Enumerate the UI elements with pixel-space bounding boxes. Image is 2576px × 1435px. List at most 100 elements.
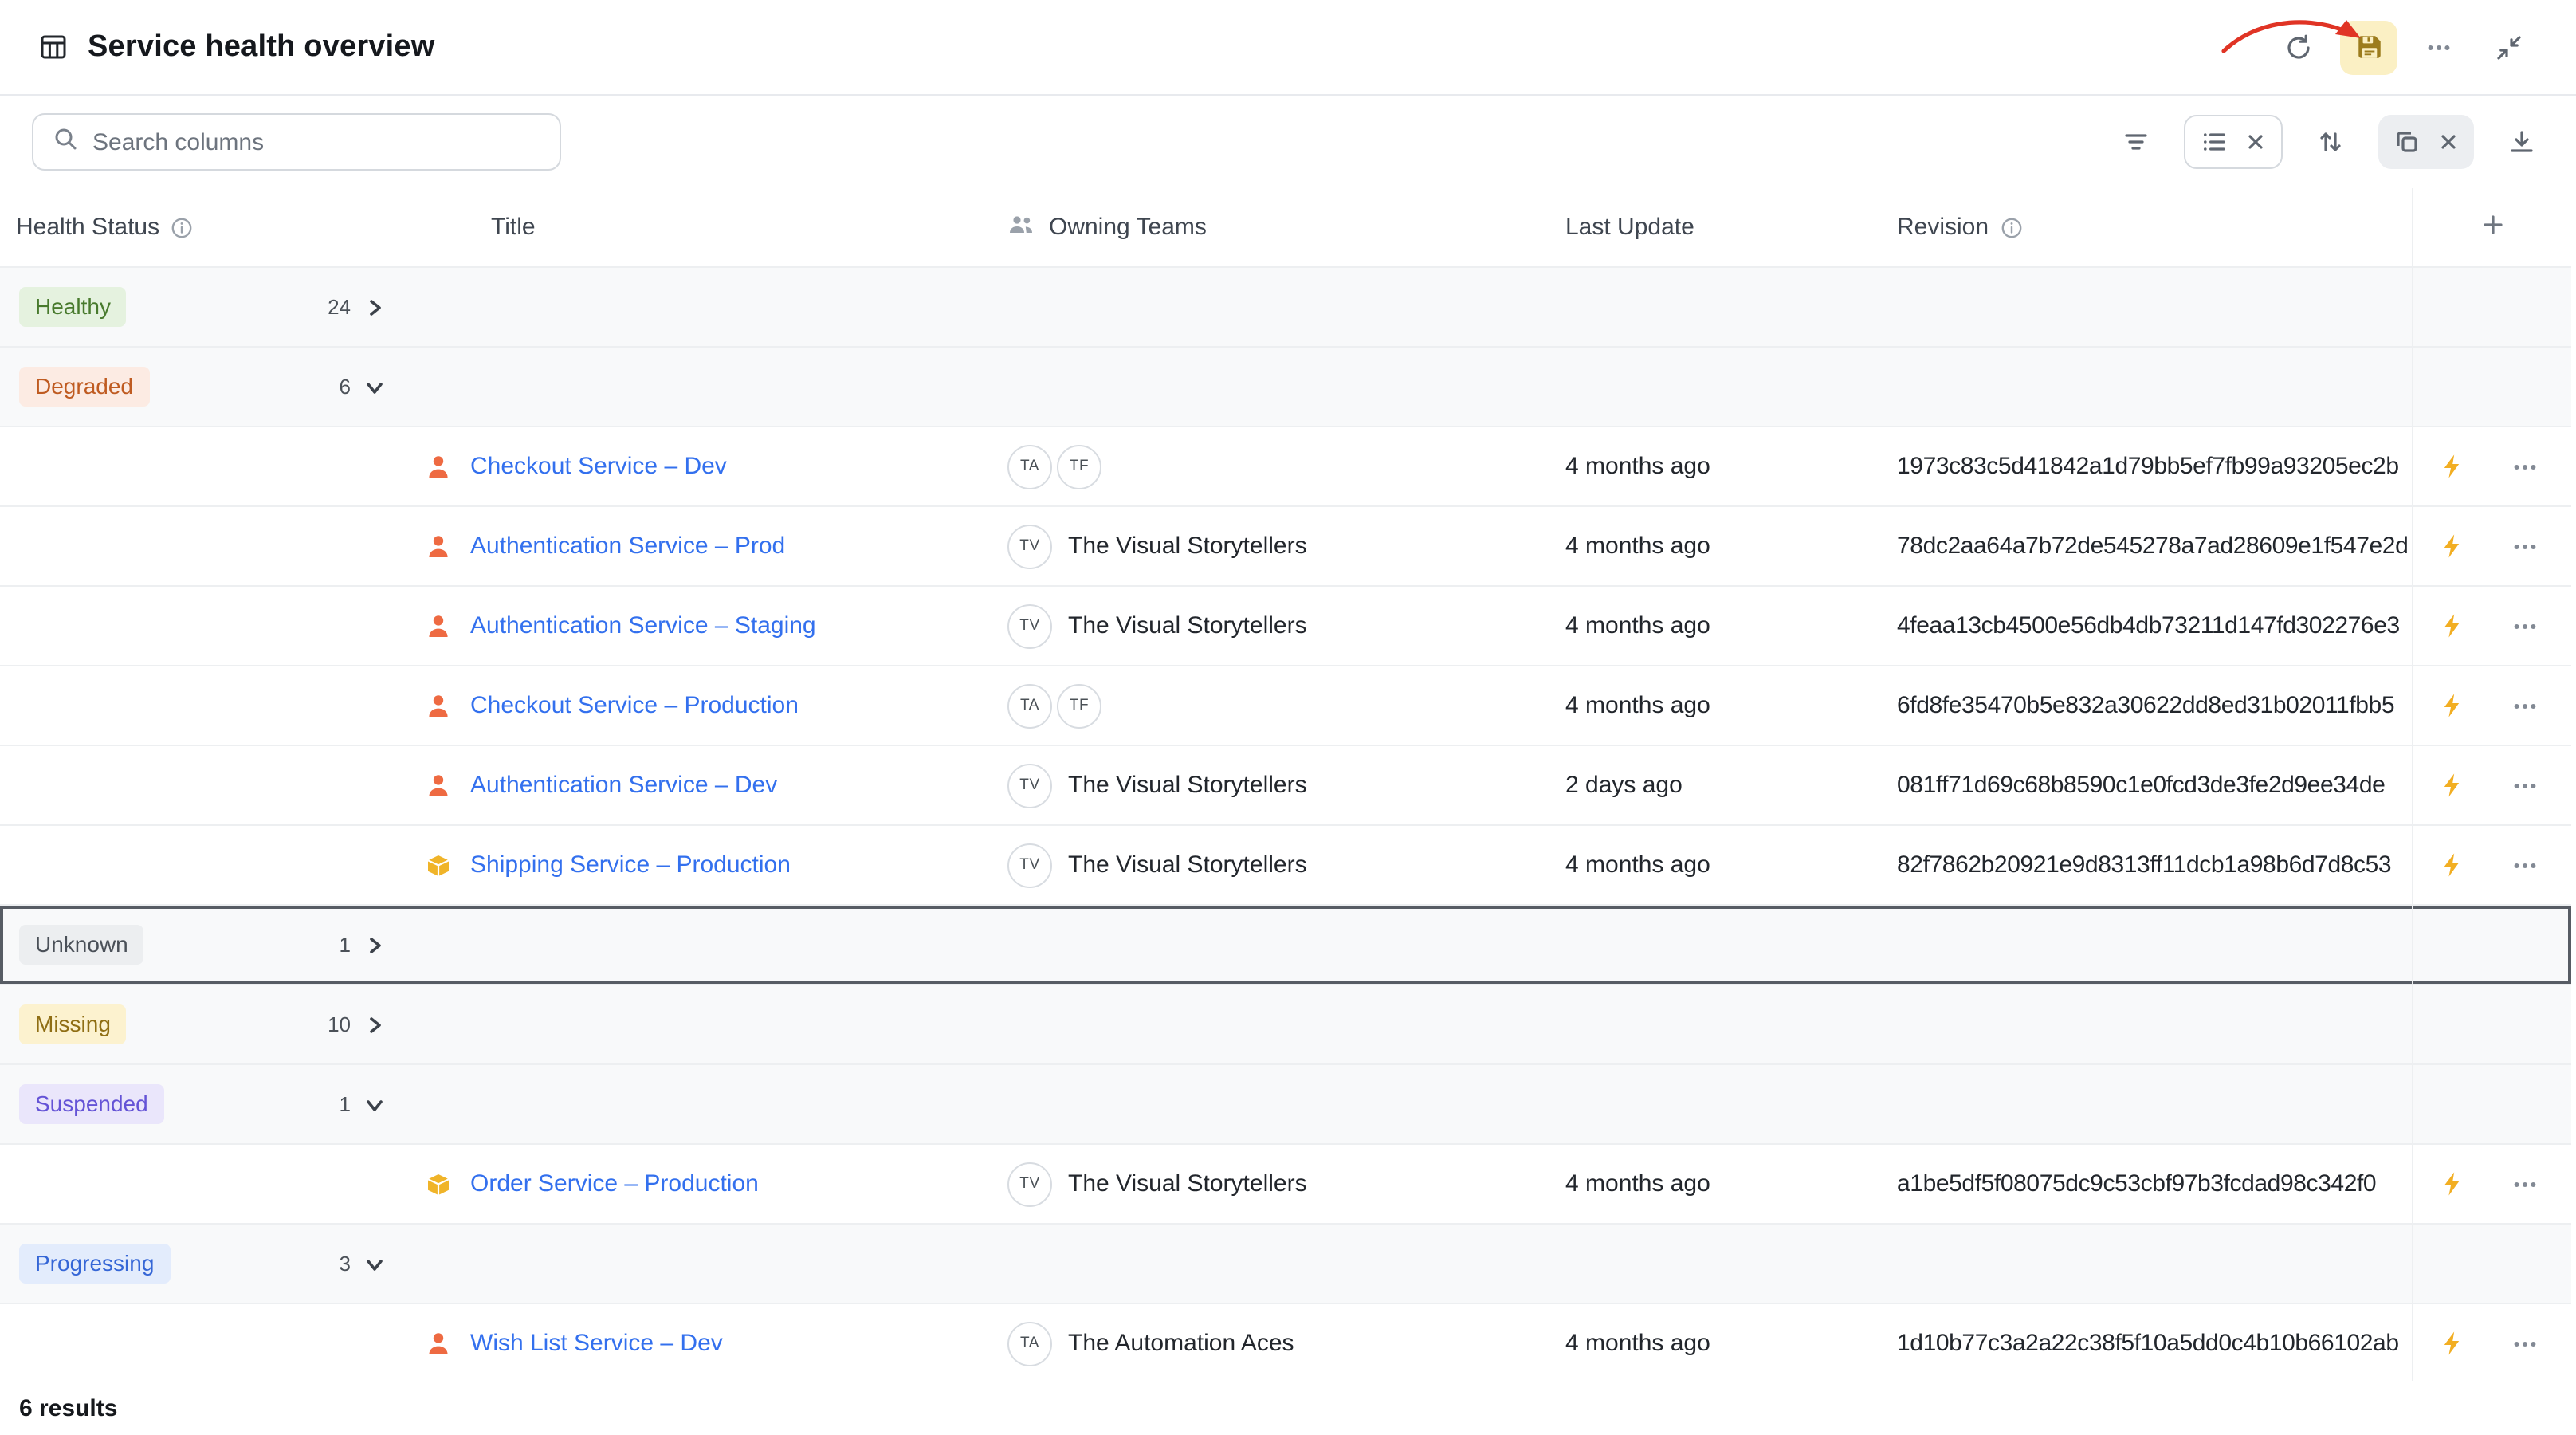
service-title-link[interactable]: Authentication Service – Dev bbox=[470, 772, 777, 799]
chevron-down-icon[interactable] bbox=[362, 374, 387, 399]
last-update: 4 months ago bbox=[1565, 587, 1897, 665]
filter-icon bbox=[2122, 128, 2150, 156]
clear-group-by-icon[interactable] bbox=[2244, 131, 2267, 153]
person-icon bbox=[424, 1329, 453, 1358]
team-avatar: TV bbox=[1007, 763, 1052, 808]
table-row: Shipping Service – ProductionTVThe Visua… bbox=[0, 826, 2571, 906]
table-row: Authentication Service – StagingTVThe Vi… bbox=[0, 587, 2571, 666]
service-title-link[interactable]: Checkout Service – Production bbox=[470, 692, 799, 719]
last-update: 4 months ago bbox=[1565, 427, 1897, 505]
last-update: 4 months ago bbox=[1565, 1145, 1897, 1223]
person-icon bbox=[424, 532, 453, 560]
service-title-link[interactable]: Shipping Service – Production bbox=[470, 851, 791, 879]
lightning-icon[interactable] bbox=[2439, 533, 2466, 560]
column-header-owning-teams[interactable]: Owning Teams bbox=[1049, 214, 1207, 241]
revision-hash: 4feaa13cb4500e56db4db73211d147fd302276e3 bbox=[1897, 587, 2412, 665]
lightning-icon[interactable] bbox=[2439, 612, 2466, 639]
lightning-icon[interactable] bbox=[2439, 692, 2466, 719]
last-update: 4 months ago bbox=[1565, 666, 1897, 745]
manage-columns-control[interactable] bbox=[2378, 115, 2474, 169]
team-avatar: TV bbox=[1007, 524, 1052, 568]
search-input[interactable] bbox=[92, 128, 540, 155]
collapse-view-button[interactable] bbox=[2480, 20, 2538, 74]
team-avatar: TA bbox=[1007, 1321, 1052, 1366]
row-menu-button[interactable] bbox=[2511, 1170, 2539, 1198]
add-column-button[interactable] bbox=[2480, 211, 2505, 243]
last-update: 4 months ago bbox=[1565, 507, 1897, 585]
download-icon bbox=[2507, 128, 2536, 156]
table-toolbar bbox=[0, 96, 2576, 188]
app-header: Service health overview bbox=[0, 0, 2576, 96]
group-row-degraded[interactable]: Degraded6 bbox=[0, 348, 2571, 427]
collapse-icon bbox=[2495, 33, 2523, 61]
group-row-suspended[interactable]: Suspended 1 bbox=[0, 1065, 2571, 1145]
service-title-link[interactable]: Checkout Service – Dev bbox=[470, 453, 727, 480]
row-menu-button[interactable] bbox=[2511, 452, 2539, 481]
more-options-button[interactable] bbox=[2410, 20, 2468, 74]
chevron-right-icon[interactable] bbox=[362, 1012, 387, 1037]
status-badge-unknown: Unknown bbox=[19, 925, 144, 965]
sort-button[interactable] bbox=[2302, 115, 2359, 169]
row-menu-button[interactable] bbox=[2511, 532, 2539, 560]
column-header-health-status[interactable]: Health Status bbox=[16, 214, 159, 241]
group-row-missing[interactable]: Missing10 bbox=[0, 985, 2571, 1065]
group-count: 24 bbox=[328, 295, 351, 319]
table-row: Checkout Service – DevTATF4 months ago19… bbox=[0, 427, 2571, 507]
group-by-control[interactable] bbox=[2184, 115, 2283, 169]
service-title-link[interactable]: Order Service – Production bbox=[470, 1170, 759, 1197]
status-badge-progressing: Progressing bbox=[19, 1244, 170, 1284]
search-box[interactable] bbox=[32, 113, 561, 171]
group-count: 1 bbox=[340, 1092, 351, 1116]
lightning-icon[interactable] bbox=[2439, 1170, 2466, 1197]
team-avatar: TV bbox=[1007, 1162, 1052, 1206]
filter-button[interactable] bbox=[2107, 115, 2165, 169]
column-header-row: Health Status Title Owning Teams Last Up… bbox=[0, 188, 2571, 268]
clear-columns-icon[interactable] bbox=[2437, 131, 2460, 153]
service-title-link[interactable]: Authentication Service – Prod bbox=[470, 533, 785, 560]
person-icon bbox=[424, 611, 453, 640]
lightning-icon[interactable] bbox=[2439, 1330, 2466, 1357]
status-badge-missing: Missing bbox=[19, 1005, 127, 1044]
lightning-icon[interactable] bbox=[2439, 851, 2466, 879]
table-icon bbox=[38, 32, 69, 62]
status-badge-suspended: Suspended bbox=[19, 1084, 164, 1124]
person-icon bbox=[424, 771, 453, 800]
revision-hash: a1be5df5f08075dc9c53cbf97b3fcdad98c342f0 bbox=[1897, 1145, 2412, 1223]
last-update: 4 months ago bbox=[1565, 826, 1897, 904]
table-row: Wish List Service – Dev TA The Automation … bbox=[0, 1304, 2571, 1384]
revision-hash: 1d10b77c3a2a22c38f5f10a5dd0c4b10b66102ab bbox=[1897, 1304, 2412, 1382]
service-health-page: Service health overview bbox=[0, 0, 2576, 1435]
row-menu-button[interactable] bbox=[2511, 1329, 2539, 1358]
column-header-title[interactable]: Title bbox=[491, 214, 536, 241]
ellipsis-icon bbox=[2425, 33, 2453, 61]
group-count: 1 bbox=[340, 933, 351, 957]
service-title-link[interactable]: Wish List Service – Dev bbox=[470, 1330, 723, 1357]
chevron-right-icon[interactable] bbox=[362, 932, 387, 957]
lightning-icon[interactable] bbox=[2439, 453, 2466, 480]
row-menu-button[interactable] bbox=[2511, 611, 2539, 640]
group-row-healthy[interactable]: Healthy24 bbox=[0, 268, 2571, 348]
table-body: Healthy24Degraded6 Checkout Service – Dev… bbox=[0, 268, 2576, 1384]
last-update: 4 months ago bbox=[1565, 1304, 1897, 1382]
team-name: The Visual Storytellers bbox=[1068, 772, 1307, 799]
chevron-down-icon[interactable] bbox=[362, 1251, 387, 1276]
column-header-revision[interactable]: Revision bbox=[1897, 214, 1989, 241]
team-avatar: TF bbox=[1057, 444, 1101, 489]
revision-hash: 78dc2aa64a7b72de545278a7ad28609e1f547e2d bbox=[1897, 507, 2412, 585]
team-name: The Visual Storytellers bbox=[1068, 612, 1307, 639]
chevron-down-icon[interactable] bbox=[362, 1091, 387, 1117]
person-icon bbox=[424, 452, 453, 481]
download-button[interactable] bbox=[2493, 115, 2550, 169]
service-title-link[interactable]: Authentication Service – Staging bbox=[470, 612, 816, 639]
chevron-right-icon[interactable] bbox=[362, 294, 387, 320]
row-menu-button[interactable] bbox=[2511, 771, 2539, 800]
column-header-last-update[interactable]: Last Update bbox=[1565, 214, 1694, 241]
row-menu-button[interactable] bbox=[2511, 851, 2539, 879]
lightning-icon[interactable] bbox=[2439, 772, 2466, 799]
info-icon bbox=[171, 216, 193, 238]
team-avatar: TA bbox=[1007, 683, 1052, 728]
row-menu-button[interactable] bbox=[2511, 691, 2539, 720]
team-name: The Automation Aces bbox=[1068, 1330, 1294, 1357]
group-row-progressing[interactable]: Progressing3 bbox=[0, 1225, 2571, 1304]
group-row-unknown[interactable]: Unknown 1 bbox=[0, 906, 2571, 985]
